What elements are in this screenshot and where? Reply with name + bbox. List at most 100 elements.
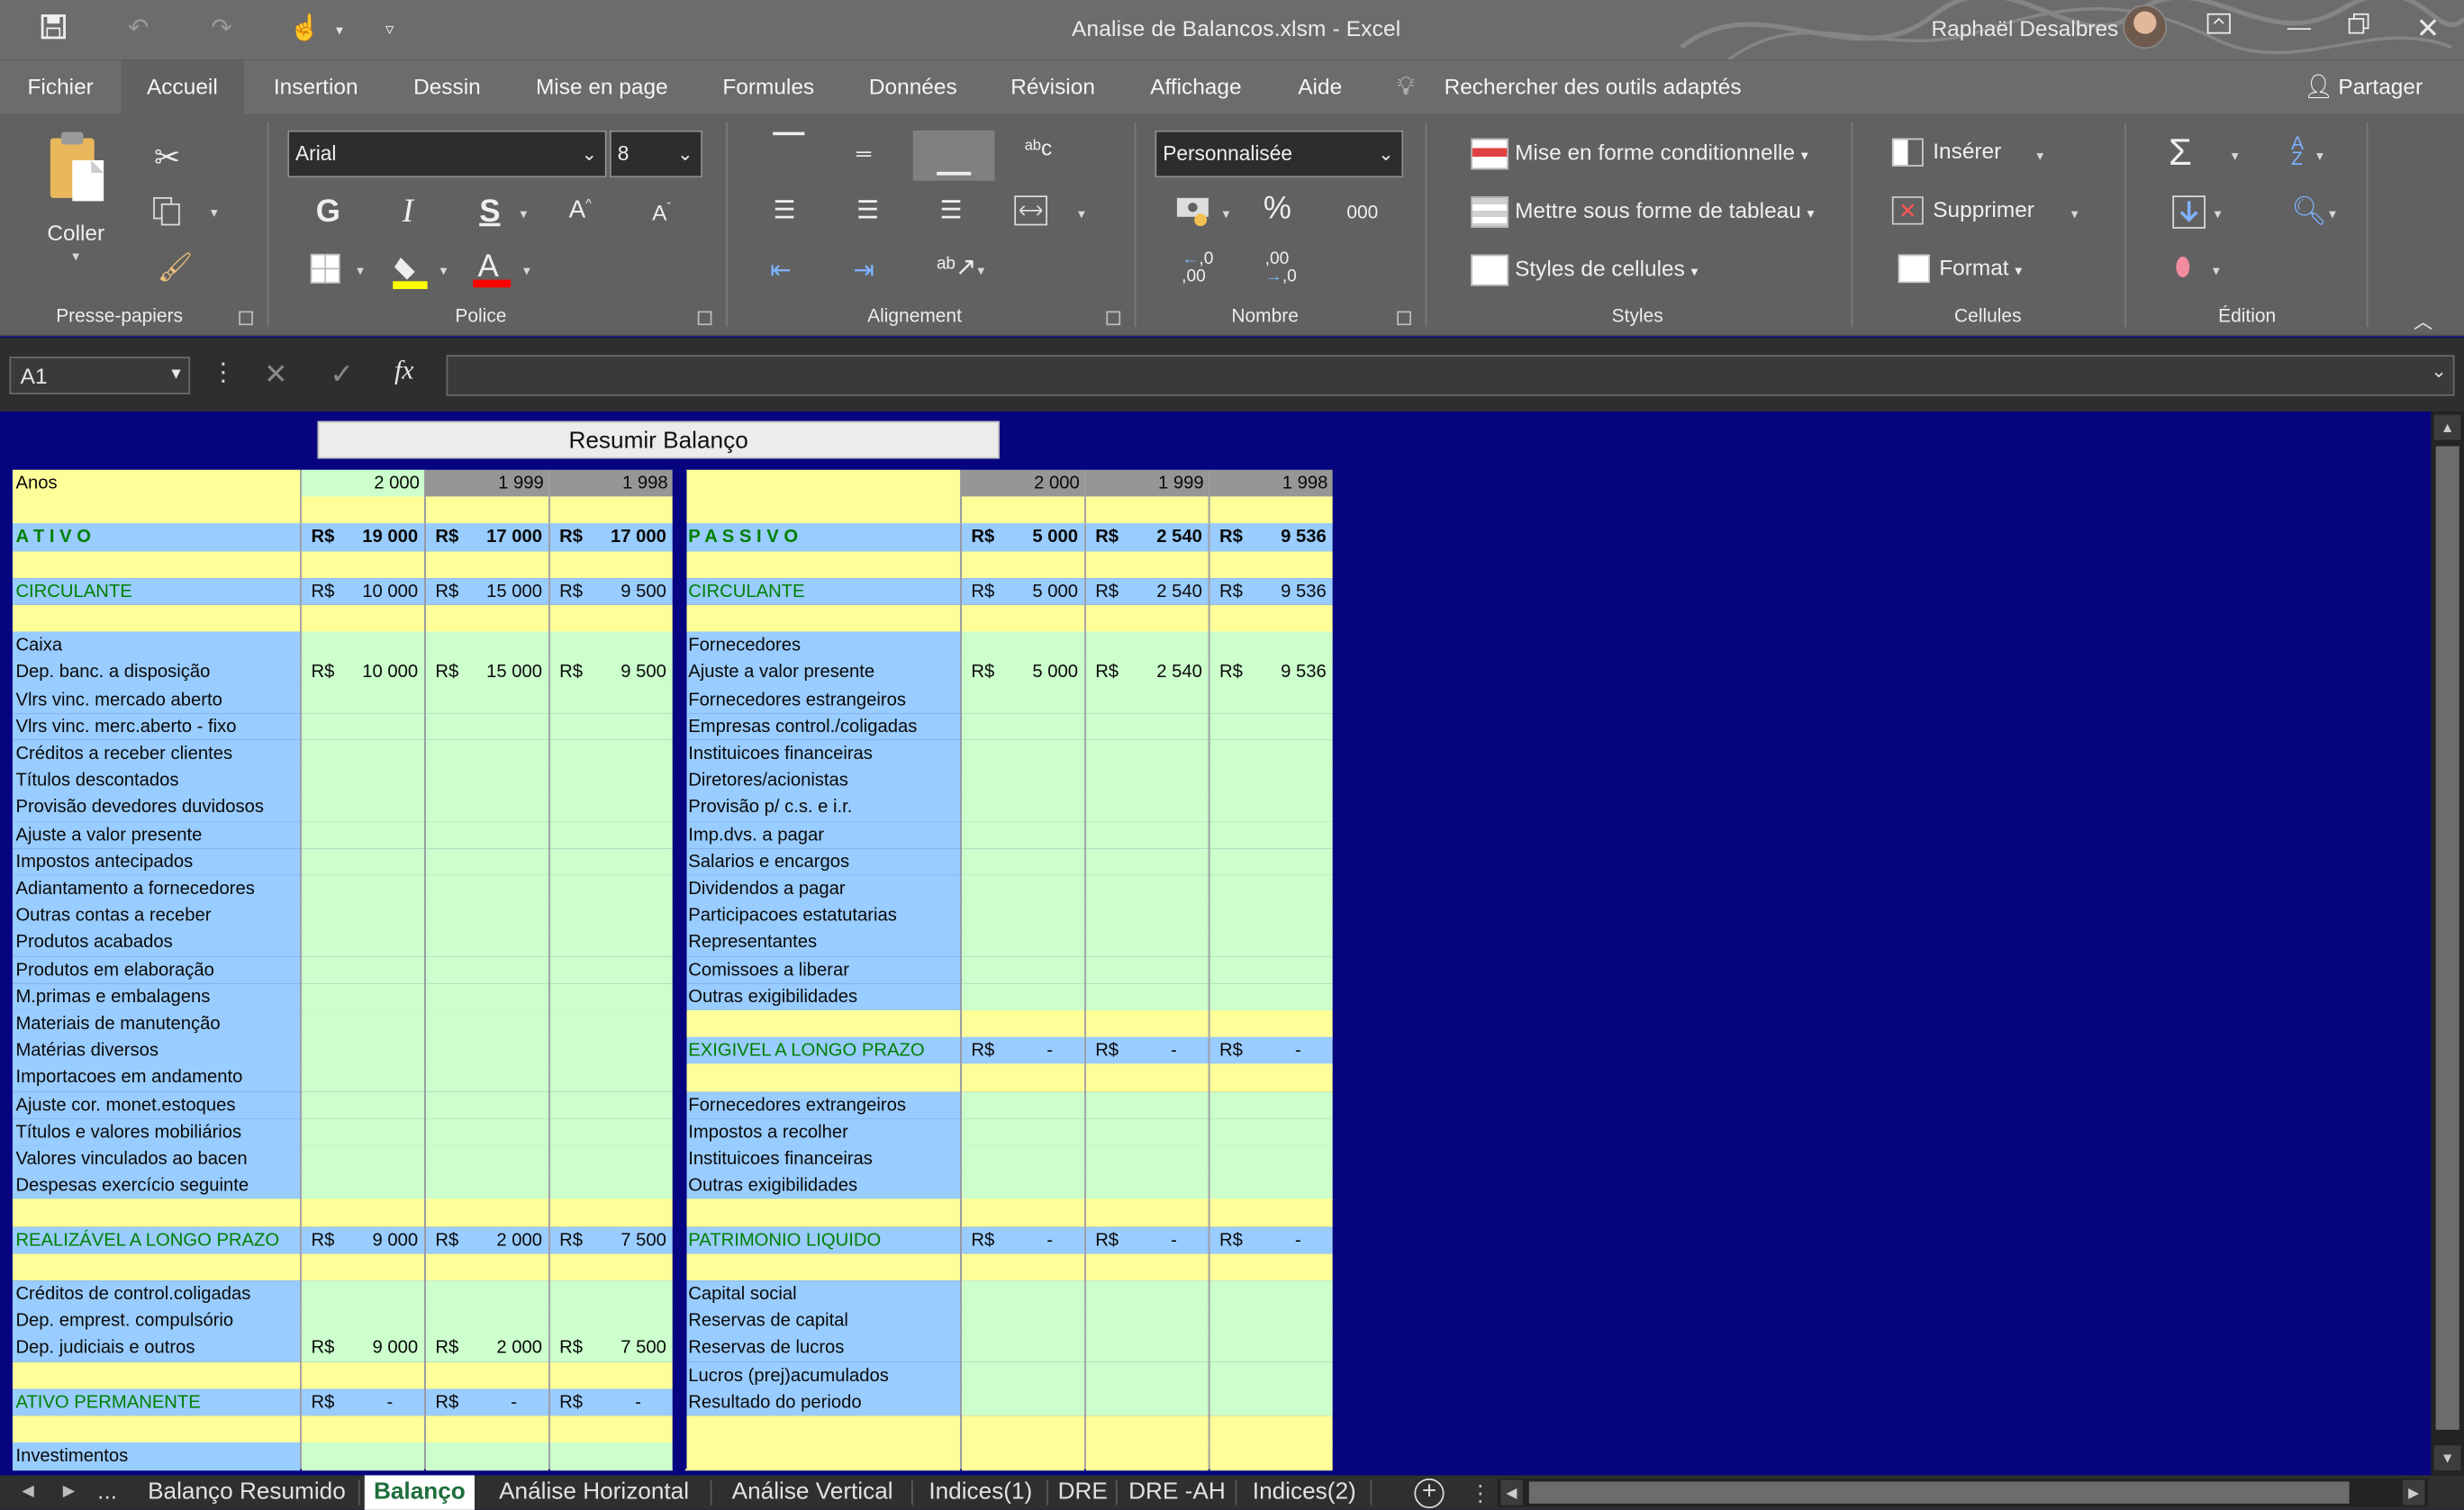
passivo-value-cell[interactable] [961,550,1084,579]
passivo-value-cell[interactable] [961,1334,1084,1362]
borders-dropdown-icon[interactable]: ▾ [357,262,364,279]
user-name[interactable]: Raphaël Desalbres [1931,15,2118,41]
tell-me-search[interactable]: 💡︎ Rechercher des outils adaptés [1397,59,1741,114]
ativo-value-cell[interactable] [425,1307,548,1335]
close-icon[interactable]: ✕ [2405,9,2450,47]
passivo-value-cell[interactable] [961,1090,1084,1119]
ativo-value-cell[interactable] [549,1009,673,1038]
ativo-value-cell[interactable] [302,820,425,849]
touch-mode-icon[interactable]: ☝ [289,14,321,46]
ativo-value-cell[interactable] [425,1199,548,1227]
tab-affichage[interactable]: Affichage [1131,59,1260,114]
passivo-value-cell[interactable] [961,685,1084,714]
ativo-value-cell[interactable] [549,631,673,660]
horizontal-scrollbar[interactable]: ◀ ▶ [1497,1478,2428,1507]
passivo-value-cell[interactable] [1085,1199,1209,1227]
customize-qat-icon[interactable]: ▿ [374,14,405,46]
tab-accueil[interactable]: Accueil [121,59,244,115]
ativo-value-cell[interactable] [302,982,425,1011]
find-icon[interactable]: 🔍︎ [2291,194,2327,228]
vertical-scrollbar[interactable]: ▲ ▼ [2431,411,2464,1476]
ativo-value-cell[interactable] [425,1280,548,1308]
ativo-value-cell[interactable] [302,928,425,957]
passivo-value-cell[interactable] [1085,496,1209,525]
ativo-value-cell[interactable] [549,1199,673,1227]
paste-button[interactable]: Coller ▾ [38,129,113,270]
ativo-value-cell[interactable] [302,874,425,903]
ativo-value-cell[interactable] [302,1415,425,1443]
ativo-label-cell[interactable] [12,1361,301,1389]
passivo-value-cell[interactable] [961,928,1084,957]
passivo-value-cell[interactable] [1209,1415,1333,1443]
passivo-label-cell[interactable] [684,1415,961,1443]
orientation-dropdown-icon[interactable]: ▾ [977,262,984,279]
autosum-icon[interactable]: Σ [2169,132,2192,176]
ativo-value-cell[interactable] [549,982,673,1011]
alignment-launcher-icon[interactable] [1106,311,1121,326]
passivo-value-cell[interactable] [1085,1253,1209,1281]
passivo-label-cell[interactable] [684,1009,961,1038]
passivo-value-cell[interactable] [1209,766,1333,795]
passivo-value-cell[interactable] [1209,631,1333,660]
ativo-value-cell[interactable] [549,685,673,714]
passivo-label-cell[interactable] [684,1442,961,1470]
passivo-value-cell[interactable] [1085,901,1209,930]
formula-input[interactable]: ⌄ [446,355,2455,396]
ativo-value-cell[interactable] [425,1361,548,1389]
ativo-label-cell[interactable] [12,604,301,633]
ativo-value-cell[interactable] [549,1036,673,1065]
ativo-value-cell[interactable] [549,874,673,903]
ativo-value-cell[interactable] [549,1415,673,1443]
passivo-label-cell[interactable] [684,1253,961,1281]
tab-formules[interactable]: Formules [707,59,829,114]
passivo-value-cell[interactable] [1085,1388,1209,1416]
passivo-value-cell[interactable] [1085,1118,1209,1146]
scroll-up-icon[interactable]: ▲ [2433,414,2461,440]
tab-dessin[interactable]: Dessin [396,59,498,114]
passivo-value-cell[interactable] [961,874,1084,903]
passivo-value-cell[interactable] [1085,604,1209,633]
passivo-value-cell[interactable] [1209,1307,1333,1335]
more-tabs-ellipsis[interactable]: ... [97,1475,117,1509]
ativo-value-cell[interactable] [302,1307,425,1335]
collapse-ribbon-icon[interactable]: ︿ [2414,308,2432,335]
ativo-value-cell[interactable] [302,1253,425,1281]
passivo-value-cell[interactable] [1209,1090,1333,1119]
merge-dropdown-icon[interactable]: ▾ [1078,206,1085,223]
delete-dropdown-icon[interactable]: ▾ [2071,206,2079,223]
resumir-balanco-button[interactable]: Resumir Balanço [317,420,1000,459]
touch-dropdown-icon[interactable]: ▾ [323,14,355,46]
ribbon-display-icon[interactable] [2197,9,2241,47]
ativo-value-cell[interactable] [302,1009,425,1038]
ativo-value-cell[interactable] [425,1063,548,1092]
passivo-value-cell[interactable] [961,496,1084,525]
passivo-value-cell[interactable] [961,1253,1084,1281]
ativo-value-cell[interactable] [425,1253,548,1281]
ativo-value-cell[interactable] [302,1172,425,1200]
clear-icon[interactable]: ⬮ [2175,255,2191,283]
passivo-value-cell[interactable] [1209,1442,1333,1470]
passivo-value-cell[interactable] [961,1361,1084,1389]
ativo-value-cell[interactable] [549,496,673,525]
ativo-value-cell[interactable] [425,1009,548,1038]
align-center-icon[interactable]: ☰ [856,194,879,226]
ativo-value-cell[interactable] [549,766,673,795]
passivo-value-cell[interactable] [961,631,1084,660]
passivo-value-cell[interactable] [1209,847,1333,876]
passivo-value-cell[interactable] [1085,1172,1209,1200]
formula-bar-options-icon[interactable]: ⋮ [211,358,236,390]
wrap-text-icon[interactable]: ᵃᵇc [1025,135,1053,160]
confirm-entry-icon[interactable]: ✓ [330,358,353,390]
ativo-value-cell[interactable] [302,496,425,525]
undo-icon[interactable]: ↶ [122,14,154,46]
format-as-table-button[interactable]: Mettre sous forme de tableau ▾ [1471,196,1815,229]
autosum-dropdown-icon[interactable]: ▾ [2232,148,2239,165]
passivo-value-cell[interactable] [961,1145,1084,1173]
tab-insertion[interactable]: Insertion [251,59,380,114]
vertical-scroll-thumb[interactable] [2435,446,2459,1430]
passivo-value-cell[interactable] [961,820,1084,849]
increase-font-icon[interactable]: A^ [569,196,592,225]
ativo-value-cell[interactable] [549,1090,673,1119]
tab-mise-en-page[interactable]: Mise en page [519,59,685,114]
merge-center-icon[interactable] [1013,194,1047,231]
